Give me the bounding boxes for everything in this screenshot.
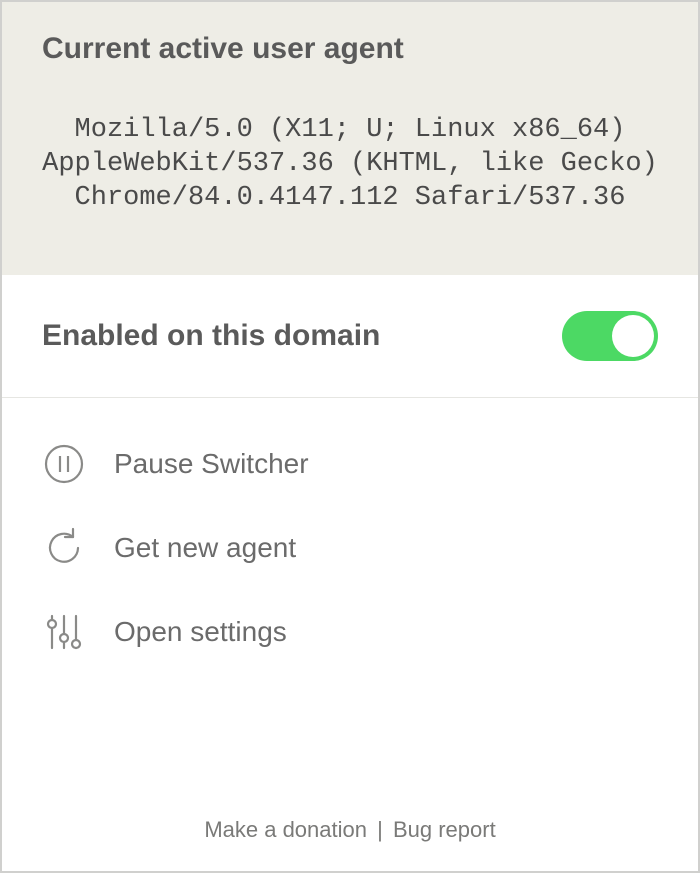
pause-switcher-label: Pause Switcher — [114, 448, 309, 480]
pause-icon — [42, 442, 86, 486]
user-agent-string: Mozilla/5.0 (X11; U; Linux x86_64) Apple… — [42, 114, 658, 215]
footer: Make a donation | Bug report — [2, 797, 698, 871]
pause-switcher-item[interactable]: Pause Switcher — [42, 422, 658, 506]
domain-toggle-row: Enabled on this domain — [2, 275, 698, 398]
sliders-icon — [42, 610, 86, 654]
domain-toggle[interactable] — [562, 311, 658, 361]
extension-popup: Current active user agent Mozilla/5.0 (X… — [0, 0, 700, 873]
donate-link[interactable]: Make a donation — [204, 817, 367, 842]
footer-separator: | — [373, 817, 387, 842]
open-settings-item[interactable]: Open settings — [42, 590, 658, 674]
get-new-agent-label: Get new agent — [114, 532, 296, 564]
toggle-knob — [612, 315, 654, 357]
domain-toggle-label: Enabled on this domain — [42, 319, 380, 353]
menu: Pause Switcher Get new agent — [2, 398, 698, 797]
open-settings-label: Open settings — [114, 616, 287, 648]
refresh-icon — [42, 526, 86, 570]
get-new-agent-item[interactable]: Get new agent — [42, 506, 658, 590]
header-block: Current active user agent Mozilla/5.0 (X… — [2, 2, 698, 275]
header-title: Current active user agent — [42, 32, 658, 66]
bug-report-link[interactable]: Bug report — [393, 817, 496, 842]
